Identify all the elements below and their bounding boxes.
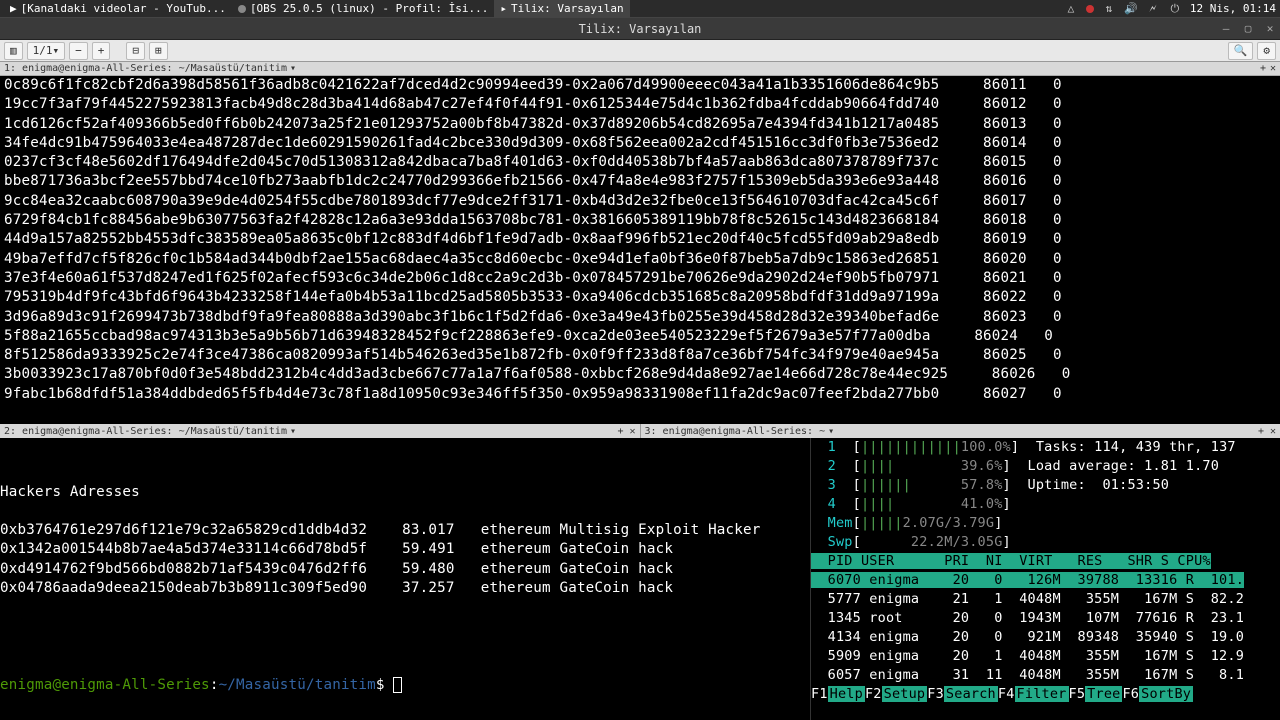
- settings-button[interactable]: ⚙: [1257, 42, 1276, 60]
- pane-close-button[interactable]: ✕: [1270, 426, 1276, 437]
- taskbar-app[interactable]: ▸Tilix: Varsayılan: [494, 0, 629, 18]
- record-icon[interactable]: [1086, 5, 1094, 13]
- pane-add-button[interactable]: +: [617, 426, 623, 437]
- page-indicator: 1/1 ▾: [27, 42, 66, 60]
- window-title: Tilix: Varsayılan: [579, 22, 702, 36]
- pane-close-button[interactable]: ✕: [1270, 63, 1276, 74]
- toolbar: ▥ 1/1 ▾ − + ⊟ ⊞ 🔍 ⚙: [0, 40, 1280, 62]
- window-titlebar: Tilix: Varsayılan — ▢ ✕: [0, 18, 1280, 40]
- split-bar: 2: enigma@enigma-All-Series: ~/Masaüstü/…: [0, 424, 1280, 438]
- search-button[interactable]: 🔍: [1228, 42, 1254, 60]
- youtube-icon: ▶: [10, 2, 17, 15]
- prev-button[interactable]: −: [69, 42, 88, 60]
- htop-output[interactable]: 1 [||||||||||||100.0%] Tasks: 114, 439 t…: [810, 438, 1280, 720]
- maximize-button[interactable]: ▢: [1240, 22, 1256, 36]
- taskbar-app[interactable]: ▶[Kanaldaki videolar - YouTub...: [4, 0, 232, 18]
- power-icon[interactable]: ⏻: [1168, 2, 1182, 16]
- terminal-output[interactable]: Hackers Adresses 0xb3764761e297d6f121e79…: [0, 438, 810, 720]
- tray-icon[interactable]: △: [1064, 2, 1078, 16]
- battery-icon[interactable]: 🗲: [1146, 2, 1160, 16]
- next-button[interactable]: +: [92, 42, 111, 60]
- taskbar-app[interactable]: [OBS 25.0.5 (linux) - Profil: İsi...: [232, 0, 494, 18]
- volume-icon[interactable]: 🔊: [1124, 2, 1138, 16]
- split-down-button[interactable]: ⊟: [126, 42, 145, 60]
- network-icon[interactable]: ⇅: [1102, 2, 1116, 16]
- session-menu-button[interactable]: ▥: [4, 42, 23, 60]
- pane-add-button[interactable]: +: [1260, 63, 1266, 74]
- minimize-button[interactable]: —: [1218, 22, 1234, 36]
- pane-add-button[interactable]: +: [1258, 426, 1264, 437]
- tilix-icon: ▸: [500, 2, 507, 15]
- split-right-button[interactable]: ⊞: [149, 42, 168, 60]
- clock: 12 Nis, 01:14: [1190, 2, 1276, 15]
- terminal-output[interactable]: 0c89c6f1fc82cbf2d6a398d58561f36adb8c0421…: [0, 76, 1280, 424]
- os-taskbar: ▶[Kanaldaki videolar - YouTub... [OBS 25…: [0, 0, 1280, 18]
- close-button[interactable]: ✕: [1262, 22, 1278, 36]
- pane-close-button[interactable]: ✕: [629, 426, 635, 437]
- obs-icon: [238, 5, 246, 13]
- pane-title: 1: enigma@enigma-All-Series: ~/Masaüstü/…: [0, 62, 1280, 76]
